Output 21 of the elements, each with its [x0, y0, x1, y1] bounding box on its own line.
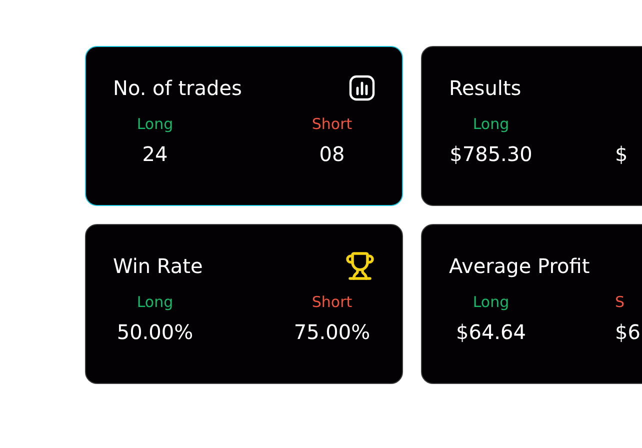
stat-value: $6 [615, 320, 640, 344]
stat-value: 75.00% [294, 320, 370, 344]
stat-value: 24 [142, 142, 168, 166]
column-label: Long [472, 293, 510, 311]
column-label: S [615, 293, 625, 311]
bar-chart-icon [349, 75, 375, 101]
stat-value: 08 [319, 142, 345, 166]
stat-value: $785.30 [450, 142, 532, 166]
card-title: Results [449, 76, 522, 100]
column-label: Short [312, 115, 352, 133]
card-title: No. of trades [113, 76, 242, 100]
trophy-icon [345, 251, 375, 281]
column-label: Short [312, 293, 352, 311]
column-label: Long [136, 293, 174, 311]
column-label: Long [136, 115, 174, 133]
stat-value: 50.00% [116, 320, 194, 344]
card-title: Win Rate [113, 254, 203, 278]
card-title: Average Profit [449, 254, 590, 278]
stat-value: $ [615, 142, 628, 166]
column-label: Long [472, 115, 510, 133]
stat-value: $64.64 [456, 320, 526, 344]
